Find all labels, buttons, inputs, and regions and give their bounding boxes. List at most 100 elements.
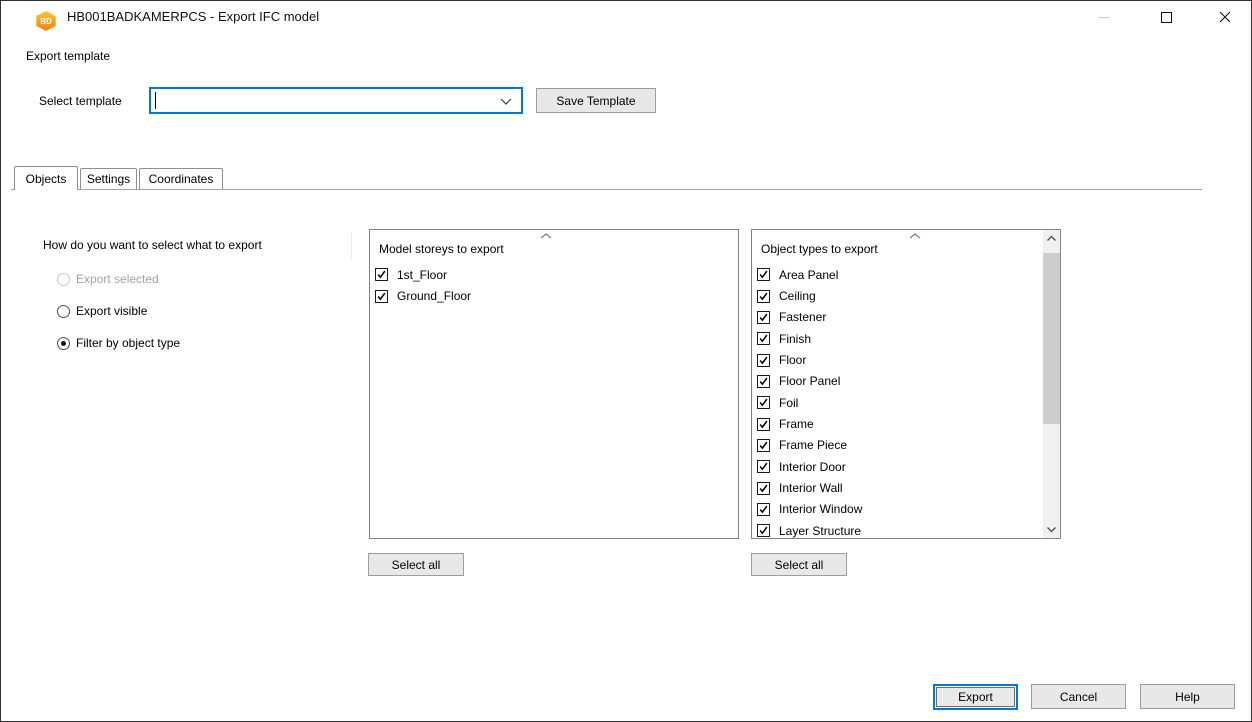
radio-export-visible[interactable]: Export visible — [57, 303, 147, 319]
list-item-label: Finish — [779, 332, 811, 346]
checkbox[interactable] — [757, 460, 770, 473]
checkbox[interactable] — [757, 290, 770, 303]
close-icon — [1219, 11, 1231, 23]
list-item-label: Frame — [779, 417, 814, 431]
scroll-down-button[interactable] — [1043, 521, 1060, 538]
check-icon — [759, 356, 768, 365]
checkbox[interactable] — [757, 524, 770, 537]
close-button[interactable] — [1209, 1, 1241, 33]
check-icon — [759, 484, 768, 493]
scrollbar-thumb[interactable] — [1043, 253, 1060, 424]
sort-ascending-icon — [909, 233, 921, 239]
radio-icon[interactable] — [57, 305, 70, 318]
list-item-label: Foil — [779, 396, 798, 410]
export-ifc-dialog: BD HB001BADKAMERPCS - Export IFC model E… — [0, 0, 1252, 722]
maximize-icon — [1161, 12, 1172, 23]
types-header-label: Object types to export — [761, 242, 878, 256]
list-item-label: Interior Wall — [779, 481, 843, 495]
tab-strip-divider — [11, 189, 1202, 190]
select-template-label: Select template — [39, 94, 122, 108]
chevron-down-icon[interactable] — [500, 98, 512, 105]
list-item-label: Interior Door — [779, 460, 846, 474]
radio-filter-by-object-type[interactable]: Filter by object type — [57, 335, 180, 351]
list-item[interactable]: Floor — [752, 349, 1043, 370]
save-template-button[interactable]: Save Template — [536, 88, 656, 113]
object-types-list: Object types to export Area Panel Ceiling… — [751, 229, 1061, 539]
cancel-button[interactable]: Cancel — [1031, 684, 1126, 709]
list-item[interactable]: Floor Panel — [752, 371, 1043, 392]
checkbox[interactable] — [757, 396, 770, 409]
list-item-label: Floor — [779, 353, 806, 367]
template-combobox[interactable] — [149, 87, 523, 114]
column-divider — [351, 232, 352, 261]
sort-ascending-icon — [540, 233, 552, 239]
check-icon — [759, 505, 768, 514]
types-select-all-button[interactable]: Select all — [751, 553, 847, 576]
list-item[interactable]: Frame Piece — [752, 435, 1043, 456]
radio-label: Filter by object type — [76, 336, 180, 350]
list-item[interactable]: Interior Door — [752, 456, 1043, 477]
export-template-group-label: Export template — [26, 49, 110, 63]
check-icon — [759, 462, 768, 471]
list-item[interactable]: Layer Structure — [752, 520, 1043, 538]
list-item[interactable]: Ceiling — [752, 285, 1043, 306]
check-icon — [759, 398, 768, 407]
checkbox[interactable] — [757, 418, 770, 431]
list-item[interactable]: Finish — [752, 328, 1043, 349]
checkbox[interactable] — [757, 439, 770, 452]
list-item[interactable]: Area Panel — [752, 264, 1043, 285]
window-title: HB001BADKAMERPCS - Export IFC model — [67, 1, 319, 33]
check-icon — [377, 270, 386, 279]
tab-coordinates[interactable]: Coordinates — [139, 168, 223, 189]
tab-objects[interactable]: Objects — [14, 166, 78, 190]
checkbox[interactable] — [757, 332, 770, 345]
radio-icon — [57, 273, 70, 286]
checkbox[interactable] — [375, 268, 388, 281]
text-caret — [155, 92, 156, 109]
help-button[interactable]: Help — [1140, 684, 1235, 709]
list-item[interactable]: Fastener — [752, 307, 1043, 328]
list-item[interactable]: 1st_Floor — [370, 264, 738, 285]
list-item-label: Area Panel — [779, 268, 838, 282]
titlebar: BD HB001BADKAMERPCS - Export IFC model — [1, 1, 1251, 33]
check-icon — [759, 526, 768, 535]
check-icon — [759, 334, 768, 343]
checkbox[interactable] — [375, 290, 388, 303]
list-item[interactable]: Interior Window — [752, 499, 1043, 520]
list-item-label: Floor Panel — [779, 374, 840, 388]
checkbox[interactable] — [757, 503, 770, 516]
list-item-label: 1st_Floor — [397, 268, 447, 282]
model-storeys-list: Model storeys to export 1st_FloorGround_… — [369, 229, 739, 539]
list-item[interactable]: Interior Wall — [752, 477, 1043, 498]
maximize-button[interactable] — [1150, 1, 1182, 33]
checkbox[interactable] — [757, 482, 770, 495]
checkbox[interactable] — [757, 354, 770, 367]
radio-icon[interactable] — [57, 337, 70, 350]
radio-export-selected: Export selected — [57, 271, 159, 287]
list-item-label: Frame Piece — [779, 438, 847, 452]
vertical-scrollbar[interactable] — [1043, 230, 1060, 538]
export-button[interactable]: Export — [936, 687, 1015, 707]
checkbox[interactable] — [757, 311, 770, 324]
check-icon — [759, 377, 768, 386]
tab-settings[interactable]: Settings — [80, 168, 137, 189]
types-rows: Area Panel Ceiling Fastener Finish Floor Floo… — [752, 264, 1043, 538]
scroll-up-button[interactable] — [1043, 230, 1060, 247]
storeys-select-all-button[interactable]: Select all — [368, 553, 464, 576]
chevron-down-icon — [1047, 527, 1056, 532]
selection-question-label: How do you want to select what to export — [43, 238, 262, 252]
chevron-up-icon — [1047, 236, 1056, 241]
list-item[interactable]: Foil — [752, 392, 1043, 413]
minimize-button[interactable] — [1088, 1, 1120, 33]
list-item[interactable]: Ground_Floor — [370, 285, 738, 306]
check-icon — [759, 420, 768, 429]
check-icon — [759, 313, 768, 322]
checkbox[interactable] — [757, 268, 770, 281]
list-item-label: Layer Structure — [779, 524, 861, 538]
list-item[interactable]: Frame — [752, 413, 1043, 434]
list-item-label: Fastener — [779, 310, 826, 324]
check-icon — [377, 292, 386, 301]
list-item-label: Ground_Floor — [397, 289, 471, 303]
checkbox[interactable] — [757, 375, 770, 388]
list-item-label: Ceiling — [779, 289, 816, 303]
